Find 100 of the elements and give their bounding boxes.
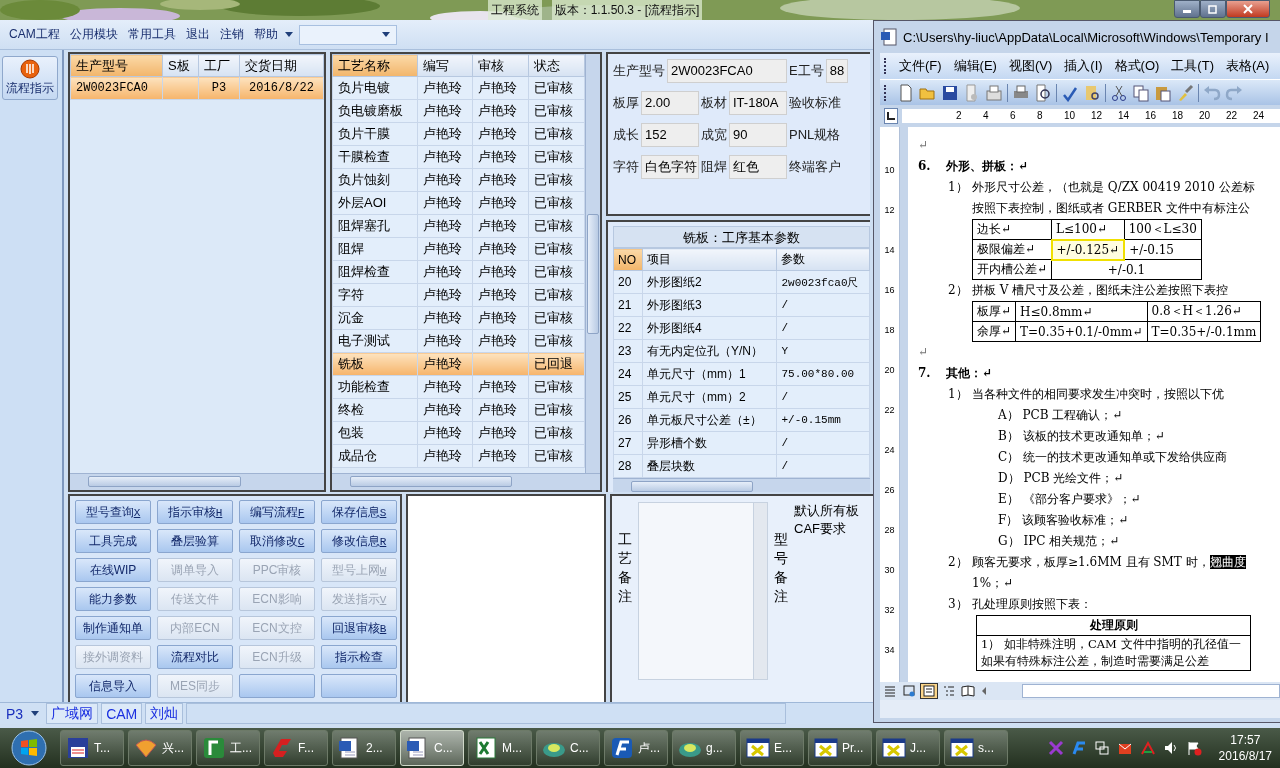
- input-field[interactable]: 2.00: [641, 91, 699, 115]
- research-icon[interactable]: [1083, 83, 1101, 102]
- column-header[interactable]: 工厂: [198, 54, 240, 77]
- action-button[interactable]: 保存信息S: [321, 500, 397, 524]
- action-button[interactable]: 指示检查: [321, 645, 397, 669]
- minimize-button[interactable]: [1174, 0, 1200, 18]
- preview-icon[interactable]: [1034, 83, 1052, 102]
- horizontal-scrollbar[interactable]: [332, 473, 600, 490]
- tray-icon[interactable]: [1139, 740, 1156, 756]
- web-view-icon[interactable]: [901, 684, 917, 698]
- action-button[interactable]: 修改信息R: [321, 529, 397, 553]
- taskbar-button[interactable]: C...: [536, 730, 600, 766]
- save-icon[interactable]: [941, 83, 959, 102]
- horizontal-scrollbar[interactable]: [70, 473, 324, 490]
- copy-icon[interactable]: [1132, 83, 1150, 102]
- menu-item[interactable]: CAM工程: [4, 26, 65, 43]
- start-button[interactable]: [10, 729, 48, 767]
- taskbar-button[interactable]: 卢...: [604, 730, 668, 766]
- menu-item[interactable]: 退出: [180, 26, 215, 43]
- column-header[interactable]: 参数: [776, 248, 870, 271]
- column-header[interactable]: 项目: [642, 248, 777, 271]
- column-header[interactable]: 生产型号: [70, 54, 163, 77]
- column-header[interactable]: NO: [613, 248, 643, 271]
- column-header[interactable]: 交货日期: [239, 54, 324, 77]
- action-button[interactable]: 能力参数: [75, 587, 151, 611]
- taskbar-button[interactable]: g...: [672, 730, 736, 766]
- close-button[interactable]: [1226, 0, 1270, 18]
- input-field[interactable]: IT-180A: [729, 91, 787, 115]
- menu-item[interactable]: 帮助: [248, 26, 283, 43]
- network-icon[interactable]: [1093, 740, 1110, 756]
- action-button[interactable]: [321, 674, 397, 698]
- menu-item[interactable]: 文件(F): [893, 57, 948, 75]
- taskbar-button[interactable]: E...: [740, 730, 804, 766]
- taskbar-button[interactable]: 工...: [196, 730, 260, 766]
- input-field[interactable]: 2W0023FCA0: [667, 59, 787, 83]
- mail-icon[interactable]: [985, 83, 1003, 102]
- redo-icon[interactable]: [1225, 83, 1243, 102]
- taskbar-button[interactable]: J...: [876, 730, 940, 766]
- taskbar-button[interactable]: M...: [468, 730, 532, 766]
- taskbar-button[interactable]: Pr...: [808, 730, 872, 766]
- menu-item[interactable]: 视图(V): [1002, 57, 1059, 75]
- input-field[interactable]: 90: [729, 123, 787, 147]
- normal-view-icon[interactable]: [882, 684, 898, 698]
- action-button[interactable]: 工具完成: [75, 529, 151, 553]
- input-field[interactable]: 白色字符: [641, 155, 699, 179]
- input-field[interactable]: 88: [825, 59, 849, 83]
- action-button[interactable]: 制作通知单: [75, 616, 151, 640]
- cut-icon[interactable]: [1110, 83, 1128, 102]
- input-field[interactable]: 152: [641, 123, 699, 147]
- menu-item[interactable]: 表格(A): [1219, 57, 1276, 75]
- column-header[interactable]: 工艺名称: [332, 54, 418, 77]
- column-header[interactable]: 编写: [417, 54, 473, 77]
- caret-icon[interactable]: [284, 32, 293, 37]
- taskbar-button[interactable]: T...: [60, 730, 124, 766]
- action-button[interactable]: 信息导入: [75, 674, 151, 698]
- action-button[interactable]: 型号查询X: [75, 500, 151, 524]
- action-button[interactable]: 流程对比: [157, 645, 233, 669]
- input-field[interactable]: 红色: [729, 155, 787, 179]
- menu-item[interactable]: 注销: [214, 26, 249, 43]
- menu-item[interactable]: 编辑(E): [947, 57, 1003, 75]
- vertical-scrollbar[interactable]: [585, 54, 600, 473]
- table-cell: 沉金: [332, 306, 418, 330]
- flow-instruction-button[interactable]: 流程指示: [2, 56, 58, 100]
- column-header[interactable]: 审核: [473, 54, 529, 77]
- action-button[interactable]: 指示审核H: [157, 500, 233, 524]
- reading-view-icon[interactable]: [960, 684, 976, 698]
- dropdown-field[interactable]: [298, 24, 397, 45]
- undo-icon[interactable]: [1203, 83, 1221, 102]
- tab-stop-button[interactable]: [884, 108, 898, 124]
- clock-date[interactable]: 2016/8/17: [1218, 748, 1272, 764]
- taskbar-button[interactable]: F...: [264, 730, 328, 766]
- action-button[interactable]: [239, 674, 315, 698]
- action-button[interactable]: 编写流程F: [239, 500, 315, 524]
- tray-icon[interactable]: [1070, 740, 1087, 756]
- taskbar-button[interactable]: 2...: [332, 730, 396, 766]
- brush-icon[interactable]: [1176, 83, 1194, 102]
- print-view-icon[interactable]: [920, 683, 938, 699]
- taskbar-button[interactable]: s...: [944, 730, 1008, 766]
- horizontal-scrollbar[interactable]: [613, 478, 870, 492]
- horizontal-scrollbar[interactable]: [1022, 684, 1280, 698]
- menu-item[interactable]: 插入(I): [1058, 57, 1109, 75]
- taskbar-button[interactable]: 兴...: [128, 730, 192, 766]
- column-header[interactable]: 状态: [528, 54, 585, 77]
- menu-item[interactable]: 常用工具: [122, 26, 181, 43]
- action-button[interactable]: 叠层验算: [157, 529, 233, 553]
- restore-button[interactable]: [1200, 0, 1226, 18]
- action-button[interactable]: 回退审核B: [321, 616, 397, 640]
- column-header[interactable]: S板: [162, 54, 199, 77]
- menu-item[interactable]: 格式(O): [1108, 57, 1166, 75]
- flag-icon[interactable]: [1185, 740, 1202, 756]
- new-icon[interactable]: [897, 83, 915, 102]
- clock-time[interactable]: 17:57: [1230, 732, 1261, 748]
- menu-item[interactable]: 公用模块: [64, 26, 123, 43]
- menu-item[interactable]: 工具(T): [1165, 57, 1220, 75]
- action-button[interactable]: 在线WIP: [75, 558, 151, 582]
- volume-icon[interactable]: [1162, 740, 1179, 756]
- remark-field[interactable]: [638, 502, 768, 680]
- f-logo-icon: [609, 735, 635, 761]
- factory-dropdown[interactable]: P3: [0, 703, 44, 724]
- action-button[interactable]: 取消修改C: [239, 529, 315, 553]
